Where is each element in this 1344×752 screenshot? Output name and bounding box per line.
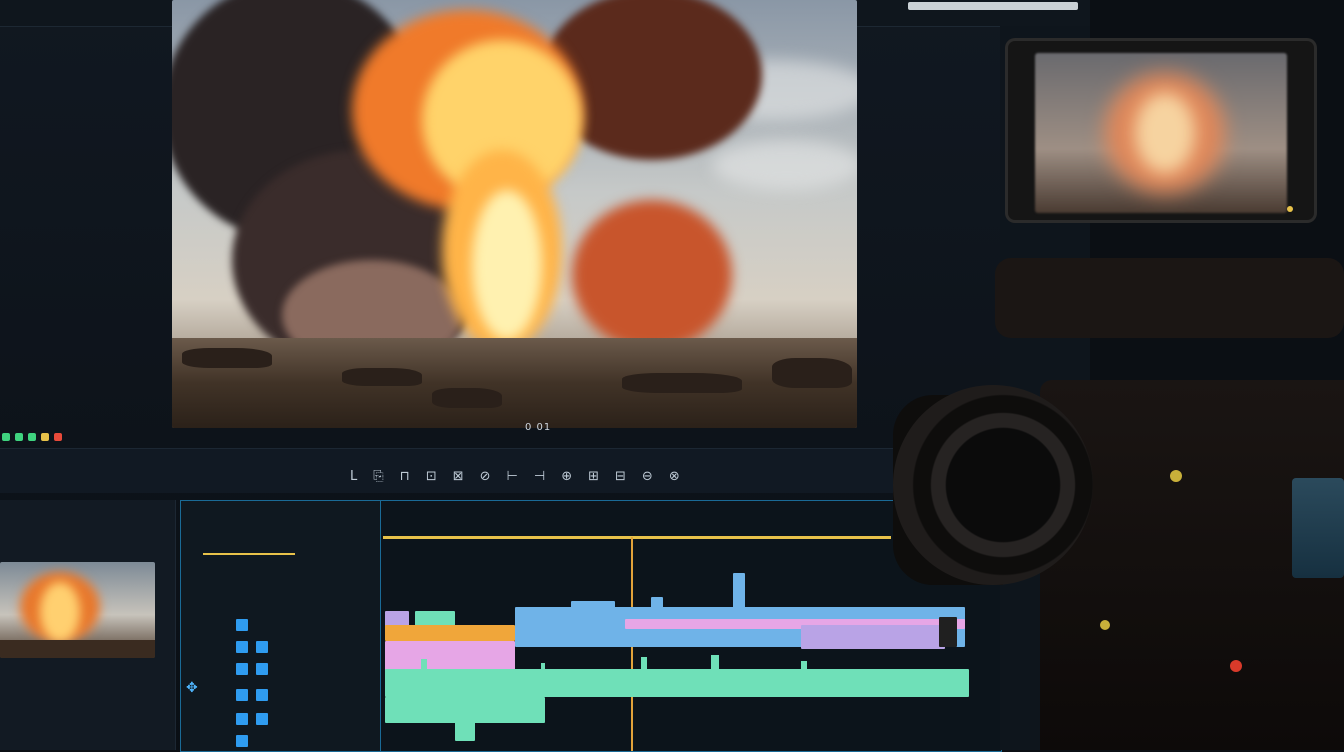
clip[interactable] (385, 669, 969, 697)
tool-icon[interactable]: ⊡ (426, 469, 437, 484)
tool-icon[interactable]: ⊗ (669, 469, 680, 484)
rock (182, 348, 272, 368)
status-light (1287, 206, 1293, 212)
tool-icon[interactable]: ⊕ (561, 469, 572, 484)
waveform-peak (421, 659, 427, 671)
clip[interactable] (801, 625, 945, 649)
track-row[interactable] (236, 732, 376, 750)
meter-dot (41, 433, 49, 441)
rock (432, 388, 502, 408)
clip[interactable] (385, 625, 515, 641)
meter-dot (28, 433, 36, 441)
clip[interactable] (455, 721, 475, 741)
work-area-bar[interactable] (383, 536, 891, 539)
meter-dot (54, 433, 62, 441)
track-toggle[interactable] (236, 619, 248, 631)
track-toggle[interactable] (236, 663, 248, 675)
bin-clip-thumbnail[interactable] (0, 562, 155, 658)
camera-monitor-screen (1035, 53, 1287, 213)
waveform-peak (711, 655, 719, 671)
tool-icon[interactable]: ⊢ (507, 469, 518, 484)
meter-dot (2, 433, 10, 441)
tool-icon[interactable]: ⊘ (480, 469, 491, 484)
bin-list-item[interactable] (2, 670, 172, 688)
camera-handle (995, 258, 1344, 338)
bin-list (2, 670, 172, 742)
clip[interactable] (939, 617, 957, 647)
tool-icon[interactable]: ⊟ (615, 469, 626, 484)
record-button (1230, 660, 1242, 672)
waveform-peak (541, 663, 545, 671)
track-toggle[interactable] (256, 663, 268, 675)
tool-icon[interactable]: ⊖ (642, 469, 653, 484)
camera-monitor (1005, 38, 1317, 223)
clip[interactable] (385, 697, 545, 723)
transport-bar: L ⎘ ⊓ ⊡ ⊠ ⊘ ⊢ ⊣ ⊕ ⊞ ⊟ ⊖ ⊗ (0, 448, 1000, 493)
camera-button (1170, 470, 1182, 482)
fire-column-core (472, 190, 542, 340)
screen-fire-core (1135, 93, 1195, 173)
track-row[interactable] (236, 660, 376, 678)
thumb-fire-core (40, 582, 80, 642)
track-row[interactable] (236, 686, 376, 704)
progress-bar (908, 2, 1078, 10)
track-toggle[interactable] (256, 689, 268, 701)
bin-list-item[interactable] (2, 706, 172, 724)
crosshair-icon[interactable]: ✥ (186, 680, 198, 696)
tool-icon[interactable]: ⎘ (373, 469, 383, 484)
meter-dot (15, 433, 23, 441)
track-toggle[interactable] (236, 713, 248, 725)
tool-icon[interactable]: ⊓ (400, 469, 410, 484)
track-row[interactable] (236, 710, 376, 728)
track-row[interactable] (236, 638, 376, 656)
waveform-peak (641, 657, 647, 671)
camera-side-screen (1292, 478, 1344, 578)
preview-timecode: 0 01 (525, 422, 552, 433)
tool-icon[interactable]: L (350, 469, 357, 484)
sky-cloud (712, 140, 857, 190)
waveform-peak (801, 661, 807, 671)
tool-icon[interactable]: ⊠ (453, 469, 464, 484)
track-toggle[interactable] (256, 641, 268, 653)
program-monitor-preview[interactable] (172, 0, 857, 428)
tool-icon[interactable]: ⊣ (534, 469, 545, 484)
track-toggle[interactable] (256, 713, 268, 725)
audio-meter (2, 433, 62, 441)
track-toggle[interactable] (236, 641, 248, 653)
ground (172, 338, 857, 428)
editing-monitor: 0 01 L ⎘ ⊓ ⊡ ⊠ ⊘ ⊢ ⊣ ⊕ ⊞ ⊟ ⊖ ⊗ ✥ (0, 0, 1090, 752)
track-toggle[interactable] (236, 735, 248, 747)
transport-controls: L ⎘ ⊓ ⊡ ⊠ ⊘ ⊢ ⊣ ⊕ ⊞ ⊟ ⊖ ⊗ (350, 469, 680, 484)
rock (772, 358, 852, 388)
camera-button (1100, 620, 1110, 630)
fire-burst (572, 200, 732, 350)
track-row[interactable] (236, 616, 376, 634)
bin-list-item[interactable] (2, 688, 172, 706)
camera-lens (893, 385, 1093, 585)
rock (342, 368, 422, 386)
thumb-ground (0, 640, 155, 658)
clip[interactable] (733, 573, 745, 609)
track-toggle[interactable] (236, 689, 248, 701)
bin-list-item[interactable] (2, 724, 172, 742)
work-area-indicator (203, 553, 295, 555)
tool-icon[interactable]: ⊞ (588, 469, 599, 484)
rock (622, 373, 742, 393)
